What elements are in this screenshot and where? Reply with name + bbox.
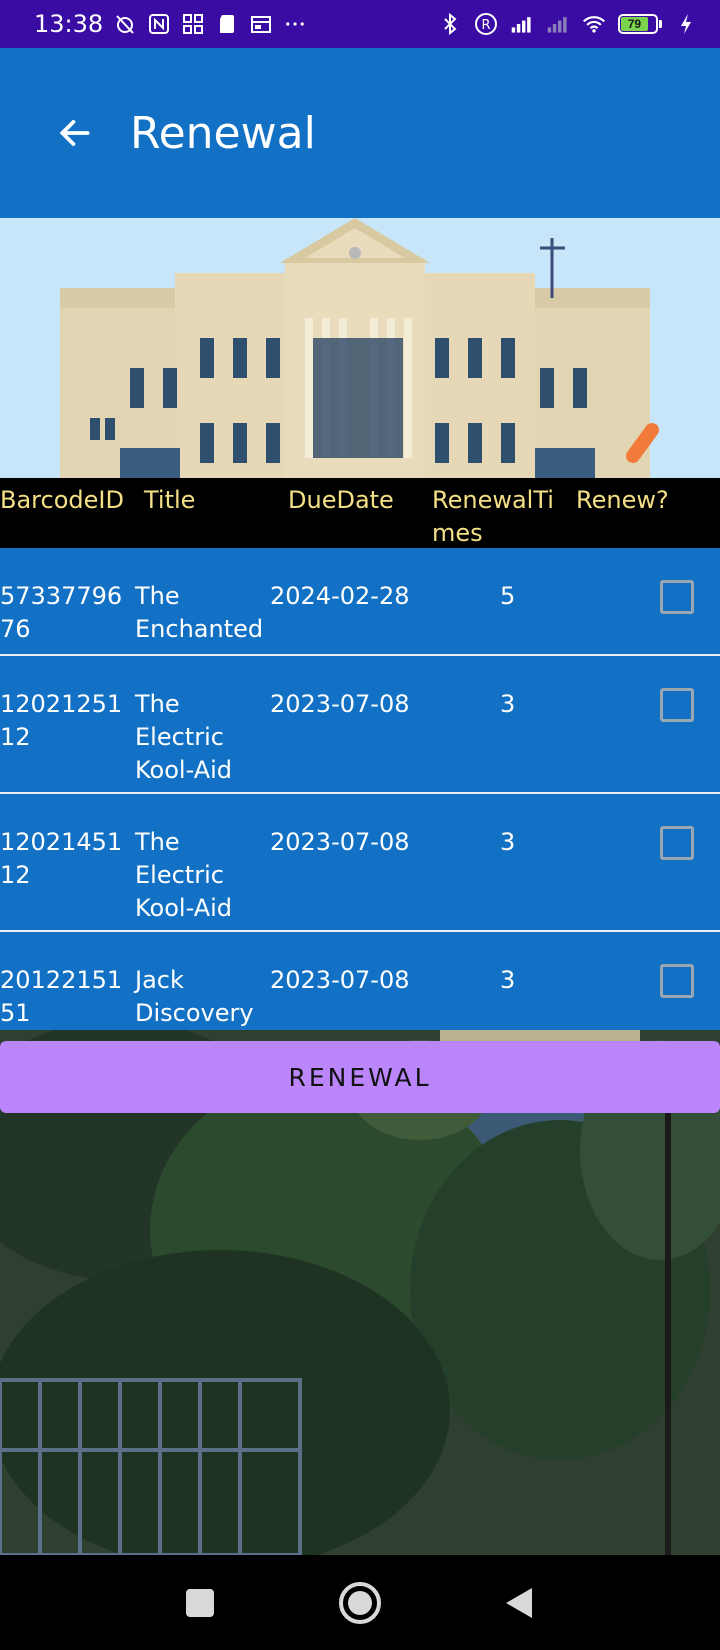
recents-square-icon <box>186 1588 214 1617</box>
svg-text:R: R <box>481 18 490 33</box>
status-time: 13:38 <box>34 10 104 38</box>
grid-app-icon <box>181 12 205 36</box>
cell-renewal-times: 3 <box>500 966 516 994</box>
registered-icon: R <box>474 12 498 36</box>
header-renewal-times-line1: RenewalTi <box>432 486 554 514</box>
recents-button[interactable] <box>175 1578 225 1628</box>
renew-checkbox[interactable] <box>660 826 694 860</box>
cell-title: The Electric Kool-Aid <box>135 828 233 922</box>
back-nav-button[interactable] <box>495 1578 545 1628</box>
back-triangle-icon <box>506 1587 532 1618</box>
cell-barcode: 1202145112 <box>0 828 123 889</box>
sd-card-icon <box>215 12 239 36</box>
page-title: Renewal <box>130 107 316 159</box>
charging-icon <box>674 12 698 36</box>
signal-no-icon <box>546 12 570 36</box>
cell-renewal-times: 5 <box>500 582 516 610</box>
app-bar: Renewal <box>0 48 720 218</box>
header-due-date: DueDate <box>288 486 394 514</box>
renewal-button[interactable]: RENEWAL <box>0 1041 720 1113</box>
cell-renewal-times: 3 <box>500 828 516 856</box>
muted-alarm-icon <box>113 12 137 36</box>
cell-title: Jack Discovery <box>135 966 254 1027</box>
navigation-bar <box>0 1555 720 1650</box>
status-left-icons <box>113 12 307 36</box>
renew-checkbox[interactable] <box>660 688 694 722</box>
cell-due-date: 2024-02-28 <box>270 582 410 610</box>
header-barcode: BarcodeID <box>0 486 124 514</box>
renew-checkbox[interactable] <box>660 964 694 998</box>
back-button[interactable] <box>40 98 110 168</box>
cell-barcode: 2012215151 <box>0 966 123 1027</box>
signal-icon <box>510 12 534 36</box>
header-renewal-times: RenewalTi mes <box>432 484 554 550</box>
header-renew: Renew? <box>576 486 669 514</box>
more-dots-icon <box>283 12 307 36</box>
cell-barcode: 1202125112 <box>0 690 123 751</box>
cell-title: The Enchanted <box>135 582 264 643</box>
cell-renewal-times: 3 <box>500 690 516 718</box>
cell-due-date: 2023-07-08 <box>270 828 410 856</box>
cell-barcode: 5733779676 <box>0 582 123 643</box>
nfc-icon <box>147 12 171 36</box>
table-row: 1202145112 The Electric Kool-Aid 2023-07… <box>0 794 720 932</box>
home-button[interactable] <box>335 1578 385 1628</box>
status-bar: 13:38 R 79 <box>0 0 720 48</box>
status-right-icons: R 79 <box>438 12 698 36</box>
table-row: 5733779676 The Enchanted 2024-02-28 5 <box>0 548 720 656</box>
library-building-image <box>0 218 720 478</box>
cell-due-date: 2023-07-08 <box>270 966 410 994</box>
arrow-back-icon <box>59 120 90 146</box>
table-header: BarcodeID Title DueDate RenewalTi mes Re… <box>0 478 720 548</box>
table-row: 2012215151 Jack Discovery 2023-07-08 3 <box>0 932 720 1030</box>
cell-due-date: 2023-07-08 <box>270 690 410 718</box>
header-renewal-times-line2: mes <box>432 519 483 547</box>
home-circle-icon <box>339 1581 381 1624</box>
renewal-list: 5733779676 The Enchanted 2024-02-28 5 12… <box>0 548 720 1030</box>
bluetooth-icon <box>438 12 462 36</box>
header-title: Title <box>144 486 196 514</box>
cell-title: The Electric Kool-Aid <box>135 690 233 784</box>
battery-icon: 79 <box>618 14 662 34</box>
table-row: 1202125112 The Electric Kool-Aid 2023-07… <box>0 656 720 794</box>
wifi-icon <box>582 12 606 36</box>
battery-level: 79 <box>621 17 648 31</box>
calendar-icon <box>249 12 273 36</box>
renew-checkbox[interactable] <box>660 580 694 614</box>
